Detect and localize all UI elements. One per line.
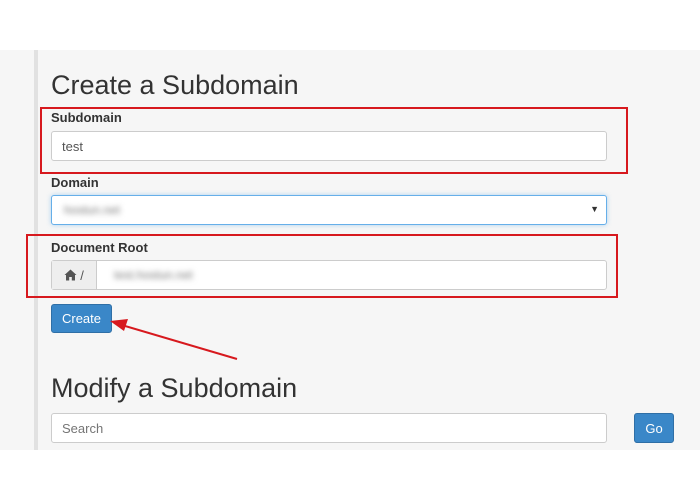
search-input[interactable] (51, 413, 607, 443)
document-root-label: Document Root (51, 240, 148, 255)
domain-label: Domain (51, 175, 99, 190)
modify-subdomain-heading: Modify a Subdomain (51, 373, 298, 403)
create-subdomain-heading: Create a Subdomain (51, 70, 299, 100)
home-icon (64, 269, 77, 281)
domain-select[interactable]: hostun.net ▼ (51, 195, 607, 225)
subdomain-input[interactable] (51, 131, 607, 161)
create-button[interactable]: Create (51, 304, 112, 333)
document-root-prefix: / (80, 267, 84, 283)
document-root-addon: / (52, 261, 97, 289)
sidebar-edge (34, 50, 38, 450)
document-root-group: / test.hostun.net (51, 260, 607, 290)
domain-select-value: hostun.net (64, 203, 121, 217)
go-button[interactable]: Go (634, 413, 674, 443)
caret-down-icon: ▼ (590, 204, 599, 214)
document-root-input[interactable]: test.hostun.net (114, 268, 193, 282)
subdomain-label: Subdomain (51, 110, 122, 125)
